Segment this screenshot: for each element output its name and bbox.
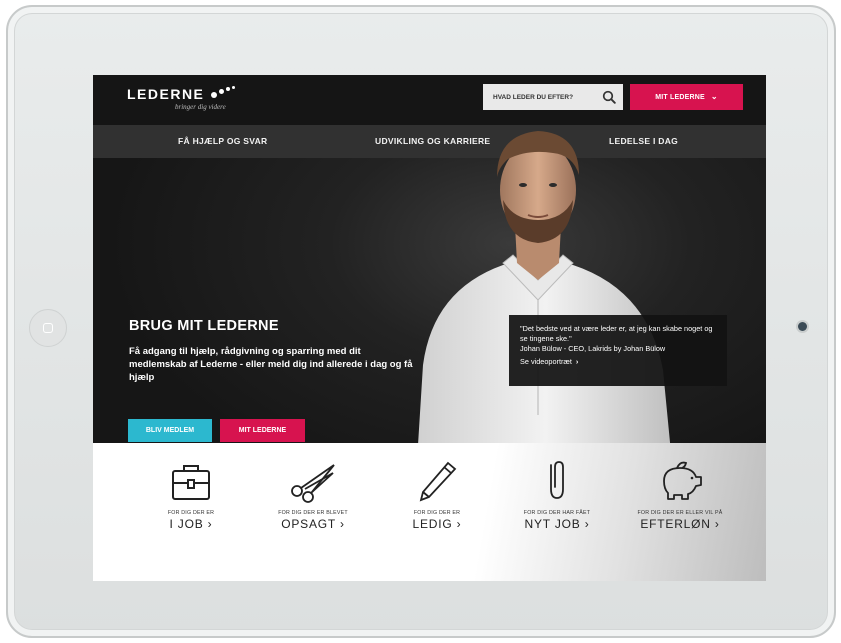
search-box [483, 84, 623, 110]
home-button[interactable] [29, 309, 67, 347]
category-title: LEDIG › [412, 517, 462, 531]
video-portrait-link[interactable]: Se videoportræt › [520, 357, 716, 367]
quote-text: "Det bedste ved at være leder er, at jeg… [520, 324, 713, 343]
category-subtitle: FOR DIG DER HAR FÅET [523, 510, 591, 516]
search-input[interactable] [483, 84, 595, 110]
category-i-job[interactable]: FOR DIG DER ER I JOB › [141, 459, 241, 531]
home-square-icon [43, 323, 53, 333]
mit-lederne-label: MIT LEDERNE [655, 94, 705, 101]
category-efterloen[interactable]: FOR DIG DER ER ELLER VIL PÅ EFTERLØN › [630, 459, 730, 531]
category-subtitle: FOR DIG DER ER [167, 510, 215, 516]
category-opsagt[interactable]: FOR DIG DER ER BLEVET OPSAGT › [263, 459, 363, 531]
quote-author: Johan Bülow - CEO, Lakrids by Johan Bülo… [520, 344, 666, 353]
video-link-label: Se videoportræt [520, 357, 572, 366]
hero-title: BRUG MIT LEDERNE [129, 318, 279, 334]
category-title: NYT JOB › [524, 517, 590, 531]
hero-text: Få adgang til hjælp, rådgivning og sparr… [129, 346, 413, 383]
testimonial-quote-box: "Det bedste ved at være leder er, at jeg… [509, 315, 727, 386]
logo-tagline: bringer dig videre [175, 103, 226, 111]
category-subtitle: FOR DIG DER ER BLEVET [278, 510, 348, 516]
paperclip-icon [550, 461, 564, 499]
category-title: EFTERLØN › [640, 517, 720, 531]
search-icon[interactable] [602, 90, 616, 104]
mit-lederne-dropdown-button[interactable]: MIT LEDERNE ⌄ [630, 84, 743, 110]
chevron-right-icon: › [575, 357, 579, 366]
mit-lederne-hero-button[interactable]: MIT LEDERNE [220, 419, 305, 442]
piggy-bank-icon [663, 461, 702, 500]
category-nyt-job[interactable]: FOR DIG DER HAR FÅET NYT JOB › [507, 459, 607, 531]
briefcase-icon [172, 465, 210, 500]
category-subtitle: FOR DIG DER ER ELLER VIL PÅ [637, 510, 723, 516]
camera-dot [798, 322, 807, 331]
scissors-icon [291, 464, 335, 503]
category-strip: FOR DIG DER ER I JOB › FOR DIG DER ER BL… [93, 443, 766, 581]
category-subtitle: FOR DIG DER ER [413, 510, 461, 516]
lederne-logo[interactable]: LEDERNE bringer dig videre [127, 86, 235, 111]
chevron-down-icon: ⌄ [710, 92, 718, 101]
category-ledig[interactable]: FOR DIG DER ER LEDIG › [387, 459, 487, 531]
logo-text: LEDERNE [127, 86, 205, 102]
category-title: I JOB › [169, 517, 213, 531]
bliv-medlem-button[interactable]: BLIV MEDLEM [128, 419, 212, 442]
nav-item-faa-hjaelp[interactable]: FÅ HJÆLP OG SVAR [178, 125, 268, 158]
pen-icon [419, 461, 457, 502]
logo-dots-icon [209, 86, 235, 100]
category-title: OPSAGT › [281, 517, 345, 531]
website-screen: LEDERNE bringer dig videre MIT LEDERNE⌄ … [93, 75, 766, 581]
